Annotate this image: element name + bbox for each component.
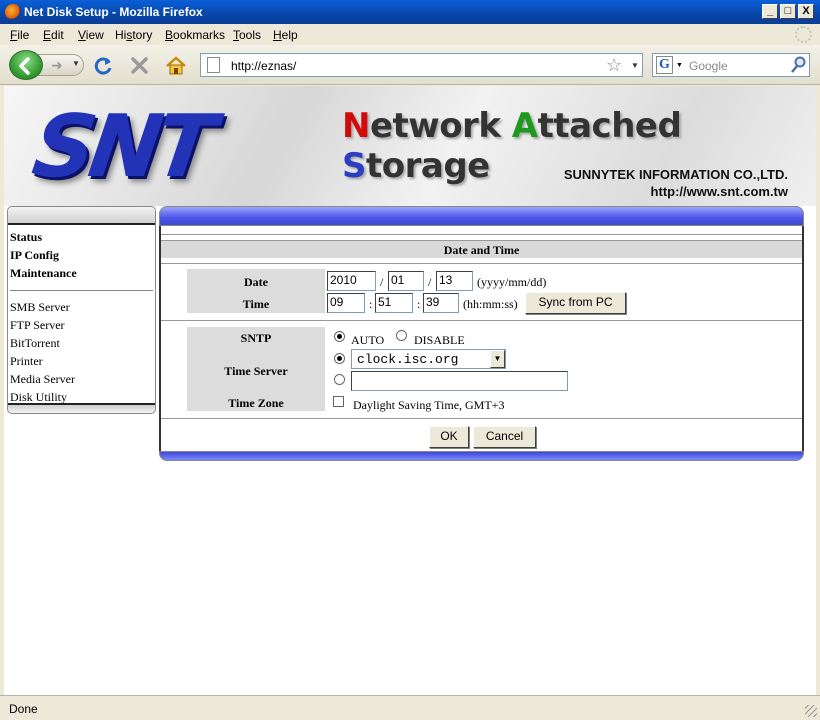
divider — [161, 418, 802, 419]
sidebar-header — [8, 207, 155, 225]
search-placeholder[interactable]: Google — [689, 59, 728, 73]
company-name: SUNNYTEK INFORMATION CO.,LTD. — [563, 167, 788, 182]
history-dropdown-icon[interactable]: ▼ — [72, 59, 80, 68]
page-content: SNT Network Attached Storage SUNNYTEK IN… — [4, 86, 816, 695]
search-icon[interactable] — [791, 56, 807, 74]
divider — [161, 320, 802, 321]
bookmark-star-icon[interactable]: ☆ — [606, 55, 622, 76]
time-server-select[interactable]: clock.isc.org ▼ — [351, 349, 506, 369]
window-titlebar: Net Disk Setup - Mozilla Firefox _ □ X — [0, 0, 820, 24]
sidebar: Status IP Config Maintenance SMB Server … — [7, 206, 156, 414]
page-icon — [207, 57, 220, 73]
month-input[interactable]: 01 — [388, 271, 424, 291]
window-border-right — [816, 86, 820, 695]
settings-panel: Date and Time Date Time 2010 / 01 / 13 (… — [159, 206, 804, 461]
section-title: Date and Time — [161, 240, 802, 258]
year-input[interactable]: 2010 — [327, 271, 376, 291]
sntp-auto-label: AUTO — [351, 333, 385, 347]
time-server-label: Time Server — [224, 364, 288, 378]
sidebar-footer — [8, 403, 155, 413]
sidebar-item-status[interactable]: Status — [10, 228, 155, 246]
day-input[interactable]: 13 — [436, 271, 473, 291]
date-separator: / — [428, 275, 432, 289]
sidebar-item-smb-server[interactable]: SMB Server — [10, 298, 155, 316]
google-engine-icon[interactable]: G — [656, 56, 673, 74]
resize-grip-icon[interactable] — [805, 705, 817, 717]
date-label: Date — [244, 275, 268, 289]
header-banner: SNT Network Attached Storage SUNNYTEK IN… — [4, 86, 816, 206]
sidebar-item-bittorrent[interactable]: BitTorrent — [10, 334, 155, 352]
sidebar-item-ip-config[interactable]: IP Config — [10, 246, 155, 264]
url-dropdown-icon[interactable]: ▼ — [631, 61, 639, 70]
panel-footer — [159, 451, 804, 461]
forward-arrow-icon: ➜ — [51, 57, 63, 73]
sync-from-pc-button[interactable]: Sync from PC — [525, 292, 626, 314]
firefox-icon — [5, 4, 21, 20]
sidebar-item-ftp-server[interactable]: FTP Server — [10, 316, 155, 334]
home-icon[interactable] — [165, 56, 187, 76]
snt-logo: SNT — [26, 97, 216, 197]
forward-button[interactable]: ➜ ▼ — [38, 54, 84, 76]
divider — [161, 234, 802, 235]
preset-server-radio[interactable] — [334, 353, 345, 364]
address-bar[interactable]: http://eznas/ ☆ ▼ — [200, 53, 643, 77]
back-button[interactable] — [9, 50, 43, 80]
time-server-value: clock.isc.org — [357, 352, 459, 367]
sidebar-item-media-server[interactable]: Media Server — [10, 370, 155, 388]
menu-file[interactable]: File — [10, 28, 29, 42]
time-separator: : — [369, 297, 373, 311]
menu-edit[interactable]: Edit — [43, 28, 64, 42]
search-box[interactable]: G ▼ Google — [652, 53, 810, 77]
sidebar-divider — [10, 290, 153, 291]
menu-bookmarks[interactable]: Bookmarks — [165, 28, 225, 42]
close-button[interactable]: X — [798, 4, 814, 19]
sntp-label: SNTP — [240, 331, 272, 345]
divider — [161, 263, 802, 264]
sntp-auto-radio[interactable] — [334, 331, 345, 342]
time-separator: : — [417, 297, 421, 311]
dst-label: Daylight Saving Time, GMT+3 — [353, 398, 505, 412]
engine-dropdown-icon[interactable]: ▼ — [676, 62, 683, 69]
hour-input[interactable]: 09 — [327, 293, 365, 313]
ok-button[interactable]: OK — [429, 426, 469, 448]
status-bar: Done — [0, 695, 820, 720]
sntp-disable-label: DISABLE — [414, 333, 465, 347]
maximize-button[interactable]: □ — [780, 4, 796, 19]
cancel-button[interactable]: Cancel — [473, 426, 536, 448]
company-url: http://www.snt.com.tw — [650, 184, 788, 199]
sidebar-item-maintenance[interactable]: Maintenance — [10, 264, 155, 282]
panel-header — [159, 206, 804, 226]
sntp-disable-radio[interactable] — [396, 330, 407, 341]
menu-history[interactable]: History — [115, 28, 152, 42]
panel-body: Date and Time Date Time 2010 / 01 / 13 (… — [159, 226, 804, 452]
reload-icon[interactable] — [93, 56, 115, 76]
dst-checkbox[interactable] — [333, 396, 344, 407]
sidebar-links: Status IP Config Maintenance SMB Server … — [10, 228, 155, 406]
time-zone-label: Time Zone — [228, 396, 284, 410]
custom-server-input[interactable] — [351, 371, 568, 391]
second-input[interactable]: 39 — [423, 293, 459, 313]
sidebar-item-printer[interactable]: Printer — [10, 352, 155, 370]
menu-tools[interactable]: Tools — [233, 28, 261, 42]
custom-server-radio[interactable] — [334, 374, 345, 385]
stop-icon[interactable] — [129, 56, 151, 76]
menu-bar: File Edit View History Bookmarks Tools H… — [0, 24, 820, 45]
url-text[interactable]: http://eznas/ — [231, 59, 296, 73]
date-separator: / — [380, 275, 384, 289]
minimize-button[interactable]: _ — [762, 4, 778, 19]
menu-view[interactable]: View — [78, 28, 104, 42]
throbber-icon — [795, 26, 812, 43]
window-title: Net Disk Setup - Mozilla Firefox — [24, 5, 203, 19]
back-arrow-icon — [19, 57, 30, 75]
status-text: Done — [9, 702, 38, 716]
minute-input[interactable]: 51 — [375, 293, 413, 313]
chevron-down-icon[interactable]: ▼ — [490, 350, 505, 368]
company-info: SUNNYTEK INFORMATION CO.,LTD. http://www… — [552, 166, 788, 200]
time-label: Time — [242, 297, 270, 311]
time-format-hint: (hh:mm:ss) — [463, 297, 518, 311]
date-format-hint: (yyyy/mm/dd) — [477, 275, 547, 289]
menu-help[interactable]: Help — [273, 28, 298, 42]
